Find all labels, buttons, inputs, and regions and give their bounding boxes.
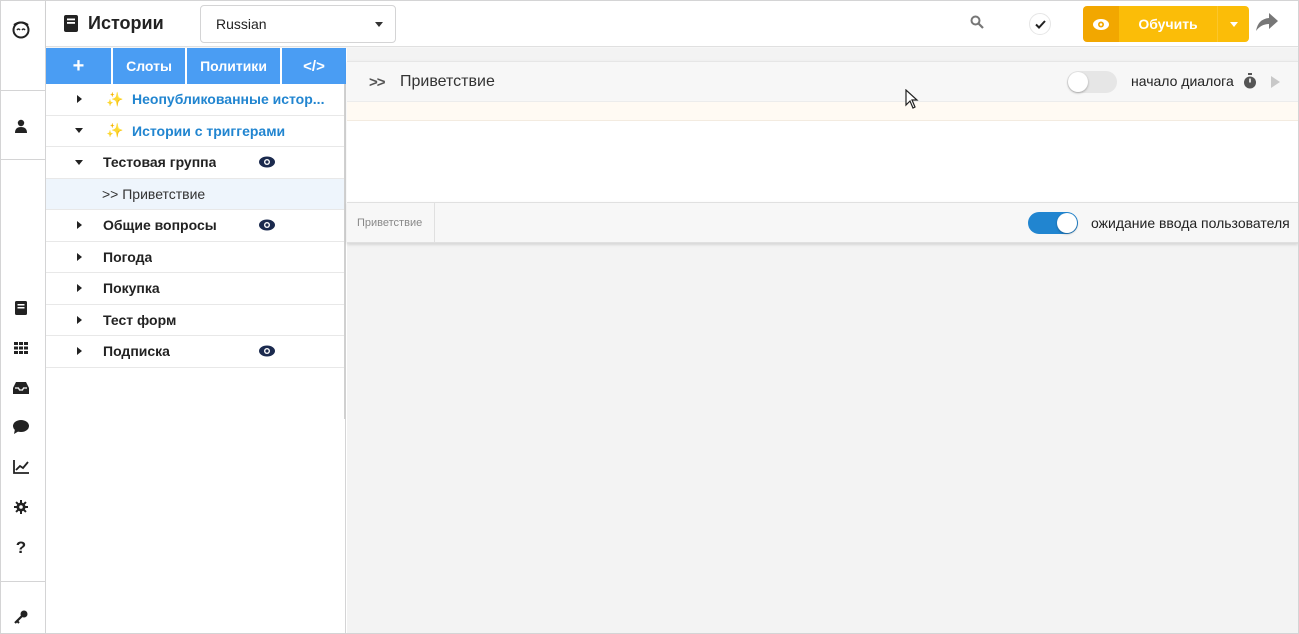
chevron-down-icon xyxy=(1229,21,1238,27)
caret-down-icon[interactable] xyxy=(75,128,83,134)
train-button-group: Обучить xyxy=(1083,6,1249,42)
share-icon[interactable] xyxy=(1256,13,1280,33)
sparkle-icon: ✨ xyxy=(106,90,124,107)
tree-item-story-greeting[interactable]: >> Приветствие xyxy=(46,178,346,210)
breadcrumb[interactable]: Приветствие xyxy=(347,203,435,242)
start-dialog-toggle[interactable] xyxy=(1067,71,1117,93)
validate-button[interactable] xyxy=(1029,13,1051,35)
chart-icon[interactable] xyxy=(11,457,31,477)
user-icon[interactable] xyxy=(11,116,31,136)
timer-icon[interactable] xyxy=(1243,73,1257,89)
tree-toolbar: + Слоты Политики </> xyxy=(46,48,346,84)
tree-item-label: Неопубликованные истор... xyxy=(132,91,325,108)
slots-button[interactable]: Слоты xyxy=(111,48,185,84)
check-icon xyxy=(1034,19,1046,29)
tree-item-group-subscription[interactable]: Подписка xyxy=(46,336,346,368)
start-dialog-label: начало диалога xyxy=(1131,73,1234,89)
caret-right-icon[interactable] xyxy=(77,315,82,324)
book-icon xyxy=(64,14,78,32)
tree-item-group-test[interactable]: Тестовая группа xyxy=(46,147,346,179)
help-icon[interactable]: ? xyxy=(11,538,31,558)
language-select[interactable]: Russian xyxy=(200,5,396,43)
caret-right-icon[interactable] xyxy=(77,252,82,261)
code-button[interactable]: </> xyxy=(280,48,346,84)
language-select-value: Russian xyxy=(216,16,267,32)
eye-icon[interactable] xyxy=(259,156,275,168)
caret-right-icon[interactable] xyxy=(77,347,82,356)
wait-input-toggle[interactable] xyxy=(1028,212,1078,234)
top-bar: Истории Russian Обучить xyxy=(46,1,1298,47)
toggle-knob xyxy=(1057,213,1077,233)
story-step-line[interactable] xyxy=(347,102,1298,121)
inbox-icon[interactable] xyxy=(11,378,31,398)
tree-item-label: Подписка xyxy=(103,343,170,360)
key-icon[interactable] xyxy=(11,607,31,627)
tree-item-group-form-test[interactable]: Тест форм xyxy=(46,305,346,336)
add-story-group-button[interactable]: + xyxy=(46,48,111,84)
play-icon[interactable] xyxy=(1271,76,1280,88)
tree-item-label: Истории с триггерами xyxy=(132,122,286,139)
tree-item-smart-unpublished[interactable]: ✨ Неопубликованные истор... xyxy=(46,84,346,116)
app-window: ? Истории Russian Обучить + Слоты Полити… xyxy=(0,0,1299,634)
caret-right-icon[interactable] xyxy=(77,284,82,293)
tree-item-label: Покупка xyxy=(103,280,160,297)
rail-divider xyxy=(1,90,45,91)
caret-right-icon[interactable] xyxy=(77,95,82,104)
tree-item-label: Погода xyxy=(103,248,153,265)
tree-item-label: Тест форм xyxy=(103,311,177,328)
eye-icon[interactable] xyxy=(259,345,275,357)
story-chevron-icon[interactable]: >> xyxy=(369,74,386,91)
train-button[interactable]: Обучить xyxy=(1119,6,1217,42)
wait-input-label: ожидание ввода пользователя xyxy=(1091,215,1290,231)
tree-item-group-weather[interactable]: Погода xyxy=(46,242,346,273)
page-title-group: Истории xyxy=(64,11,164,35)
page-title: Истории xyxy=(88,12,164,33)
gear-icon[interactable] xyxy=(11,497,31,517)
tree-item-label: Тестовая группа xyxy=(103,154,217,171)
story-tree-list: ✨ Неопубликованные истор... ✨ Истории с … xyxy=(46,84,346,368)
story-footer: Приветствие ожидание ввода пользователя xyxy=(347,202,1298,243)
story-editor: >> Приветствие начало диалога Приветстви… xyxy=(347,48,1298,633)
caret-right-icon[interactable] xyxy=(77,221,82,230)
search-icon[interactable] xyxy=(970,15,988,33)
toggle-knob xyxy=(1068,72,1088,92)
eye-icon[interactable] xyxy=(259,219,275,231)
story-header: >> Приветствие начало диалога xyxy=(347,62,1298,102)
grid-icon[interactable] xyxy=(11,338,31,358)
train-dropdown-button[interactable] xyxy=(1217,6,1249,42)
chat-icon[interactable] xyxy=(11,417,31,437)
story-tree-panel: + Слоты Политики </> ✨ Неопубликованные … xyxy=(46,48,346,633)
story-title[interactable]: Приветствие xyxy=(400,73,495,91)
tree-item-label: >> Приветствие xyxy=(102,185,206,202)
book-icon[interactable] xyxy=(11,298,31,318)
caret-down-icon[interactable] xyxy=(75,159,83,165)
tree-scrollbar[interactable] xyxy=(344,84,346,419)
tree-item-group-general[interactable]: Общие вопросы xyxy=(46,210,346,242)
icon-rail: ? xyxy=(1,1,46,633)
policies-button[interactable]: Политики xyxy=(185,48,280,84)
tree-item-label: Общие вопросы xyxy=(103,217,217,234)
logo-icon[interactable] xyxy=(11,19,31,39)
tree-item-smart-triggers[interactable]: ✨ Истории с триггерами xyxy=(46,116,346,147)
chevron-down-icon xyxy=(375,22,383,27)
rail-divider xyxy=(1,159,45,160)
sparkle-icon: ✨ xyxy=(106,122,124,139)
tree-item-group-purchase[interactable]: Покупка xyxy=(46,273,346,305)
eye-icon[interactable] xyxy=(1083,6,1119,42)
rail-divider xyxy=(1,581,45,582)
